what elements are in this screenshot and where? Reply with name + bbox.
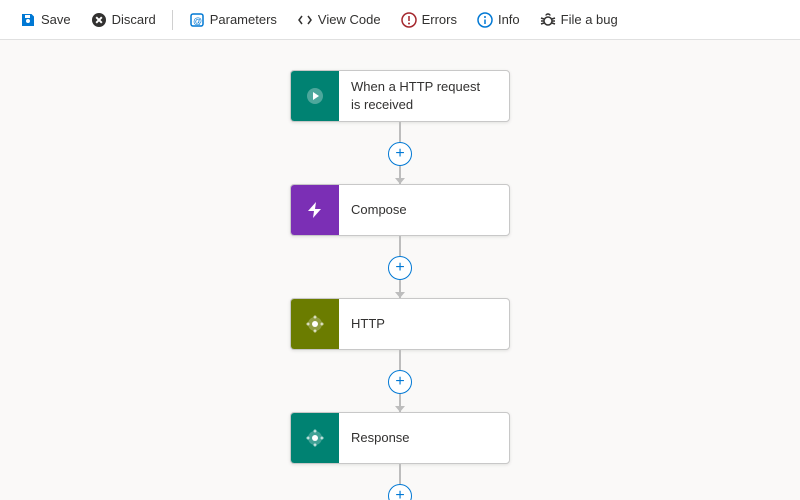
save-button[interactable]: Save bbox=[12, 8, 79, 32]
step-compose-icon bbox=[291, 184, 339, 236]
step-http-icon bbox=[291, 298, 339, 350]
info-button[interactable]: Info bbox=[469, 8, 528, 32]
line-3a bbox=[399, 350, 401, 370]
step-response-label: Response bbox=[339, 421, 422, 455]
connector-final: + bbox=[388, 464, 412, 500]
viewcode-button[interactable]: View Code bbox=[289, 8, 389, 32]
step-response[interactable]: Response bbox=[290, 412, 510, 464]
discard-label: Discard bbox=[112, 12, 156, 27]
compose-symbol bbox=[303, 198, 327, 222]
connector-1: + bbox=[388, 122, 412, 184]
discard-button[interactable]: Discard bbox=[83, 8, 164, 32]
info-label: Info bbox=[498, 12, 520, 27]
errors-icon bbox=[401, 12, 417, 28]
errors-button[interactable]: Errors bbox=[393, 8, 465, 32]
parameters-label: Parameters bbox=[210, 12, 277, 27]
separator-1 bbox=[172, 10, 173, 30]
parameters-button[interactable]: @ Parameters bbox=[181, 8, 285, 32]
step-compose[interactable]: Compose bbox=[290, 184, 510, 236]
line-final bbox=[399, 464, 401, 484]
add-step-3[interactable]: + bbox=[388, 370, 412, 394]
step-trigger[interactable]: When a HTTP requestis received bbox=[290, 70, 510, 122]
connector-3: + bbox=[388, 350, 412, 412]
step-compose-label: Compose bbox=[339, 193, 419, 227]
trigger-symbol bbox=[303, 84, 327, 108]
line-3b bbox=[399, 394, 401, 412]
step-response-icon bbox=[291, 412, 339, 464]
save-icon bbox=[20, 12, 36, 28]
step-http[interactable]: HTTP bbox=[290, 298, 510, 350]
save-label: Save bbox=[41, 12, 71, 27]
discard-icon bbox=[91, 12, 107, 28]
bug-icon bbox=[540, 12, 556, 28]
viewcode-label: View Code bbox=[318, 12, 381, 27]
line-1b bbox=[399, 166, 401, 184]
line-1a bbox=[399, 122, 401, 142]
errors-label: Errors bbox=[422, 12, 457, 27]
info-icon bbox=[477, 12, 493, 28]
add-step-1[interactable]: + bbox=[388, 142, 412, 166]
filebug-button[interactable]: File a bug bbox=[532, 8, 626, 32]
parameters-icon: @ bbox=[189, 12, 205, 28]
step-http-label: HTTP bbox=[339, 307, 397, 341]
http-symbol bbox=[303, 312, 327, 336]
flow-diagram: When a HTTP requestis received + Compose… bbox=[290, 40, 510, 500]
filebug-label: File a bug bbox=[561, 12, 618, 27]
line-2a bbox=[399, 236, 401, 256]
toolbar: Save Discard @ Parameters View Code Erro… bbox=[0, 0, 800, 40]
step-trigger-icon bbox=[291, 70, 339, 122]
connector-2: + bbox=[388, 236, 412, 298]
viewcode-icon bbox=[297, 12, 313, 28]
add-step-final[interactable]: + bbox=[388, 484, 412, 500]
flow-canvas: When a HTTP requestis received + Compose… bbox=[0, 40, 800, 500]
response-symbol bbox=[303, 426, 327, 450]
add-step-2[interactable]: + bbox=[388, 256, 412, 280]
step-trigger-label: When a HTTP requestis received bbox=[339, 70, 492, 122]
svg-text:@: @ bbox=[193, 16, 202, 26]
line-2b bbox=[399, 280, 401, 298]
